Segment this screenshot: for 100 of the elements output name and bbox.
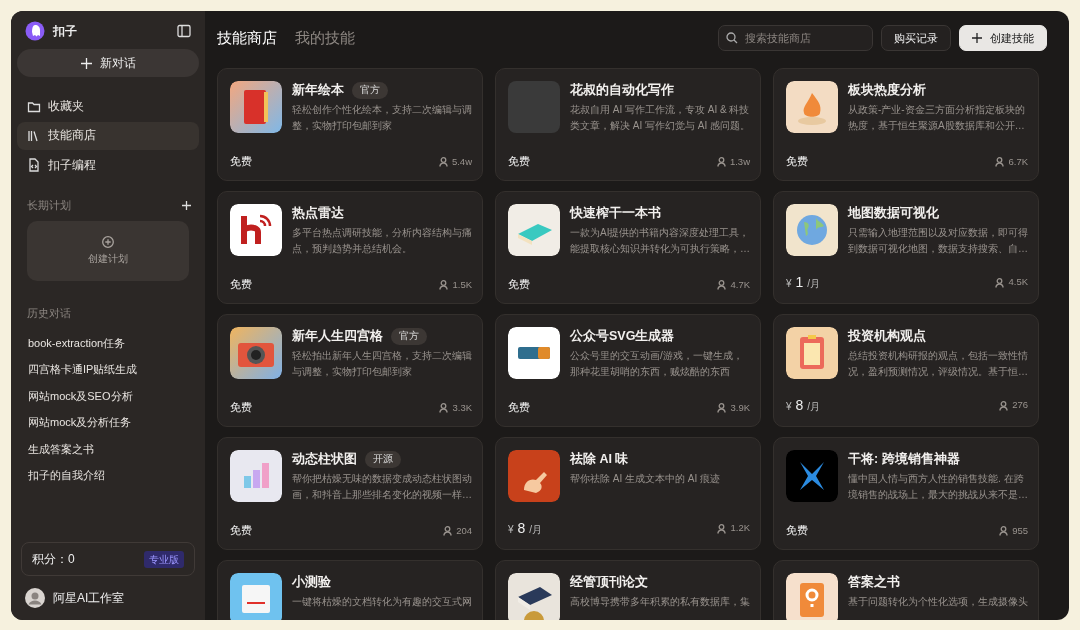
person-icon [999,526,1009,537]
logo-icon [25,21,45,41]
purchase-history-button[interactable]: 购买记录 [881,25,951,51]
skill-title: 答案之书 [848,573,900,591]
person-icon [717,523,727,534]
price-label: 免费 [508,154,530,170]
skill-title: 动态柱状图 [292,451,357,468]
create-plan-card[interactable]: 创建计划 [27,221,189,282]
skill-description: 帮你祛除 AI 生成文本中的 AI 痕迹 [570,471,720,486]
person-icon [717,403,727,414]
skill-card[interactable]: 投资机构观点 总结投资机构研报的观点，包括一致性情况，盈利预测情况，评级情况。基于恒… ¥ 8 /月 276 [773,314,1039,427]
skill-card[interactable]: 经管顶刊论文 高校博导携带多年积累的私有数据库，集 [495,560,761,620]
skill-description: 公众号里的交互动画/游戏，一键生成，那种花里胡哨的东西，贼炫酷的东西 [570,348,744,379]
skill-card[interactable]: 地图数据可视化 只需输入地理范围以及对应数据，即可得到数据可视化地图，数据支持搜索、自… ¥ 1 /月 4.5K [773,191,1039,304]
clipboard-icon [786,327,838,379]
skill-card[interactable]: 干将: 跨境销售神器 懂中国人情与西方人性的销售技能. 在跨境销售的战场上，最大的挑战从来不是… 免费 955 [773,437,1039,550]
globe-icon [786,204,838,256]
skill-description: 轻松拍出新年人生四宫格，支持二次编辑与调整，实物打印包邮到家 [292,348,472,379]
nav-item[interactable]: 扣子编程 [17,151,199,179]
books-icon [27,128,41,143]
skill-title: 投资机构观点 [848,328,926,345]
plus-icon [972,33,982,43]
user-name: 阿星AI工作室 [53,590,125,607]
book-icon [508,204,560,256]
price-unit: /月 [807,400,821,414]
skill-description: 懂中国人情与西方人性的销售技能. 在跨境销售的战场上，最大的挑战从来不是… [848,471,1028,502]
folder-icon [27,99,41,114]
skill-description: 一键将枯燥的文档转化为有趣的交互式网 [292,594,472,609]
question-book-icon [786,573,838,620]
skill-card[interactable]: 新年绘本 官方 轻松创作个性化绘本，支持二次编辑与调整，实物打印包邮到家 免费 5.4w [217,68,483,181]
user-count: 3.9K [730,401,750,415]
skill-description: 帮你把枯燥无味的数据变成动态柱状图动画，和抖音上那些排名变化的视频一样… [292,471,472,502]
history-item[interactable]: 扣子的自我介绍 [17,462,199,489]
person-icon [995,277,1005,288]
person-icon [716,157,726,168]
user-count: 955 [1012,524,1028,538]
currency-sign: ¥ [786,400,792,414]
skill-card[interactable]: 热点雷达 多平台热点调研技能，分析内容结构与痛点，预判趋势并总结机会。 免费 1.5K [217,191,483,304]
history-item[interactable]: 网站mock及SEO分析 [17,382,199,410]
hand-icon [508,450,560,502]
plan-badge: 专业版 [144,550,184,568]
skill-card[interactable]: 公众号SVG生成器 公众号里的交互动画/游戏，一键生成，那种花里胡哨的东西，贼炫酷的东西 免费 3.9K [495,314,761,427]
tab[interactable]: 我的技能 [295,26,355,50]
history-item[interactable]: 生成答案之书 [17,435,199,463]
price-label: 免费 [786,523,808,539]
price-label: 免费 [508,400,530,416]
price-unit: /月 [529,523,543,537]
skill-description: 总结投资机构研报的观点，包括一致性情况，盈利预测情况，评级情况。基于恒… [848,348,1028,379]
skill-title: 公众号SVG生成器 [570,328,675,345]
book-icon [230,81,282,133]
camera-icon [230,327,282,379]
price-label: 免费 [230,154,252,170]
history-item[interactable]: book-extraction任务 [17,329,199,357]
skill-title: 地图数据可视化 [848,205,939,222]
notepad-icon [230,573,282,620]
skill-description: 基于问题转化为个性化选项，生成摄像头 [848,594,1028,609]
history-item[interactable]: 网站mock及分析任务 [17,409,199,436]
skill-card[interactable]: 花叔的自动化写作 花叔自用 AI 写作工作流，专攻 AI & 科技类文章，解决 AI 写作幻觉与 AI 感问题。 免费 1.3w [495,68,761,181]
app-name: 扣子 [53,23,77,40]
skill-card[interactable]: 新年人生四宫格 官方 轻松拍出新年人生四宫格，支持二次编辑与调整，实物打印包邮到家 免费 3.3K [217,314,483,427]
add-plan-button[interactable] [182,200,191,210]
person-icon [443,526,453,537]
skill-title: 热点雷达 [292,205,344,222]
create-skill-button[interactable]: 创建技能 [959,25,1047,51]
skill-card[interactable]: 祛除 AI 味 帮你祛除 AI 生成文本中的 AI 痕迹 ¥ 8 /月 1.2K [495,437,761,550]
skill-description: 高校博导携带多年积累的私有数据库，集 [570,594,750,609]
section-title: 历史对话 [26,306,72,322]
new-chat-button[interactable]: 新对话 [17,49,199,77]
skill-card[interactable]: 小测验 一键将枯燥的文档转化为有趣的交互式网 [217,560,483,620]
price-label: 免费 [786,154,808,170]
person-icon [439,280,449,291]
photo-placeholder [508,81,560,133]
skill-card[interactable]: 板块热度分析 从政策-产业-资金三方面分析指定板块的热度，基于恒生聚源A股数据库和公开… 免费 6.7K [773,68,1039,181]
nav-item[interactable]: 收藏夹 [17,93,199,121]
sidebar-toggle-icon[interactable] [177,24,191,38]
nav-item[interactable]: 技能商店 [17,122,199,150]
tab[interactable]: 技能商店 [217,26,277,50]
skill-badge: 官方 [391,328,427,345]
avatar-icon [25,588,45,608]
user-count: 4.5K [1008,275,1028,290]
user-count: 3.3K [452,401,472,415]
search-field[interactable]: 搜索技能商店 [718,25,873,51]
flame-icon [786,81,838,133]
skill-card[interactable]: 快速榨干一本书 一款为AI提供的书籍内容深度处理工具，能提取核心知识并转化为可执行策略，… 免费 4.7K [495,191,761,304]
svg-logo-icon [508,327,560,379]
skill-card[interactable]: 动态柱状图 开源 帮你把枯燥无味的数据变成动态柱状图动画，和抖音上那些排名变化的视频一样… 免费 204 [217,437,483,550]
skill-title: 祛除 AI 味 [570,451,629,468]
user-count: 4.7K [730,278,750,292]
code-icon [27,158,41,173]
price-label: 免费 [230,523,252,539]
skill-card[interactable]: 答案之书 基于问题转化为个性化选项，生成摄像头 [773,560,1039,620]
history-item[interactable]: 四宫格卡通IP贴纸生成 [17,356,199,383]
person-icon [995,157,1005,168]
skill-title: 经管顶刊论文 [570,574,648,591]
plus-icon [80,57,92,69]
price-amount: 8 [795,396,804,415]
price-unit: /月 [807,277,821,291]
book-icon [508,573,560,620]
points-label: 积分：0 [32,551,75,568]
person-icon [999,400,1009,411]
